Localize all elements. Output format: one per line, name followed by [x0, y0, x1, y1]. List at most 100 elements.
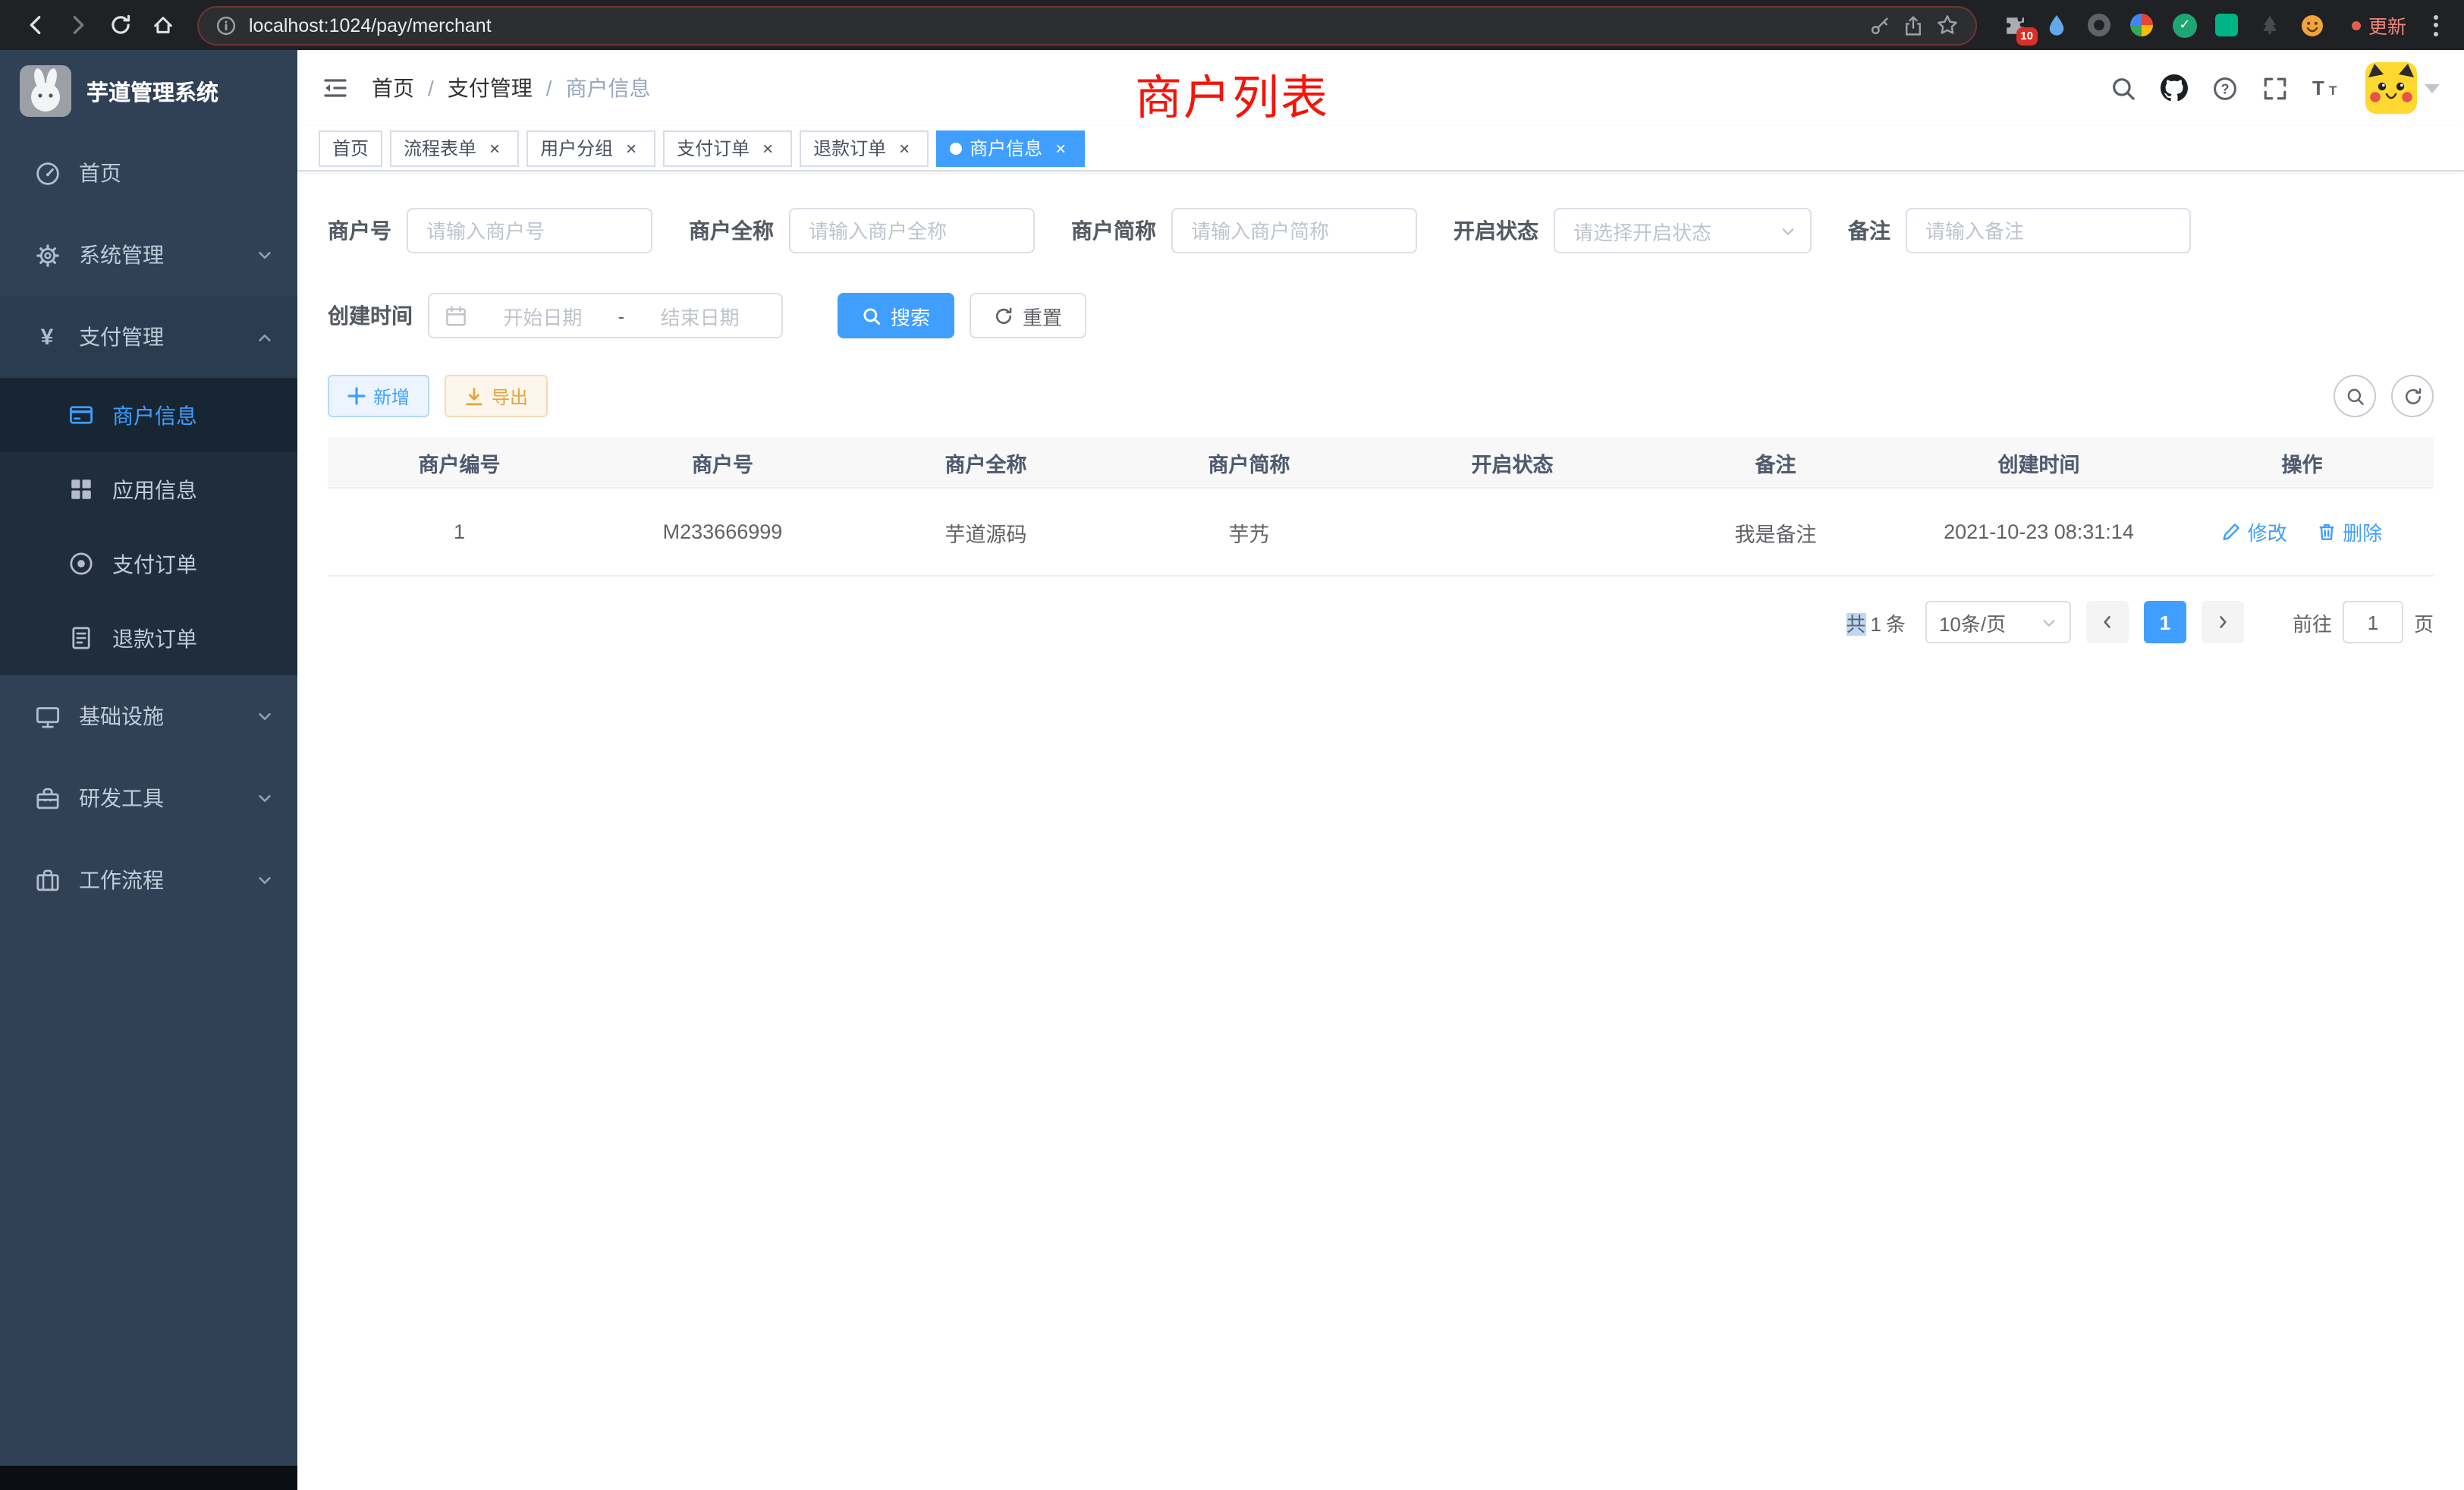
- reset-button[interactable]: 重置: [970, 293, 1086, 338]
- sidebar-item-workflow[interactable]: 工作流程: [0, 839, 297, 921]
- tab-close-icon[interactable]: [1050, 137, 1071, 159]
- bookmark-star-icon[interactable]: [1936, 14, 1959, 36]
- prev-page-button[interactable]: [2086, 601, 2129, 643]
- site-info-icon[interactable]: [215, 14, 237, 36]
- tab-close-icon[interactable]: [894, 137, 915, 159]
- field-label: 开启状态: [1454, 215, 1538, 246]
- add-button[interactable]: 新增: [328, 375, 429, 417]
- delete-link[interactable]: 删除: [2317, 517, 2382, 546]
- export-button[interactable]: 导出: [445, 375, 548, 417]
- avatar[interactable]: [2365, 62, 2417, 114]
- sidebar-item-label: 首页: [79, 158, 121, 188]
- back-icon[interactable]: [15, 5, 55, 45]
- goto-page-input[interactable]: [2343, 601, 2403, 643]
- logo-rabbit-icon: [20, 65, 71, 117]
- tab-user-group[interactable]: 用户分组: [526, 130, 655, 166]
- remark-input[interactable]: [1906, 208, 2191, 253]
- page-content: 商户号 商户全称 商户简称 开启状态 请选择开启状态: [297, 171, 2464, 1490]
- help-icon[interactable]: ?: [2212, 75, 2238, 101]
- reload-icon[interactable]: [100, 5, 140, 45]
- password-key-icon[interactable]: [1869, 14, 1890, 36]
- tab-refund-order[interactable]: 退款订单: [800, 130, 929, 166]
- search-button[interactable]: 搜索: [838, 293, 954, 338]
- full-name-input[interactable]: [789, 208, 1035, 253]
- refresh-table-button[interactable]: [2391, 375, 2434, 417]
- create-time-range-picker[interactable]: 开始日期 - 结束日期: [428, 293, 783, 338]
- url-text[interactable]: localhost:1024/pay/merchant: [249, 14, 1857, 36]
- date-start-placeholder[interactable]: 开始日期: [476, 301, 609, 330]
- date-end-placeholder[interactable]: 结束日期: [633, 301, 766, 330]
- pagination-goto: 前往 页: [2293, 601, 2434, 643]
- extensions-puzzle-icon[interactable]: 10: [2001, 11, 2029, 39]
- sidebar-item-infrastructure[interactable]: 基础设施: [0, 675, 297, 757]
- sidebar-footer: [0, 1466, 297, 1490]
- page-1-button[interactable]: 1: [2144, 601, 2186, 643]
- sidebar-subitem-app-info[interactable]: 应用信息: [0, 452, 297, 527]
- extension-multicolor-icon[interactable]: [2129, 11, 2156, 39]
- chevron-down-icon: [1780, 222, 1796, 239]
- extension-smiley-icon[interactable]: [2299, 11, 2326, 39]
- sidebar-subitem-refund-order[interactable]: 退款订单: [0, 601, 297, 675]
- sidebar-subitem-merchant-info[interactable]: 商户信息: [0, 378, 297, 452]
- document-icon: [67, 625, 94, 651]
- next-page-button[interactable]: [2202, 601, 2244, 643]
- tab-close-icon[interactable]: [621, 137, 642, 159]
- extension-green-circle-icon[interactable]: [2171, 11, 2198, 39]
- merchant-no-input[interactable]: [407, 208, 652, 253]
- field-label: 备注: [1848, 215, 1890, 246]
- breadcrumb-home[interactable]: 首页: [372, 73, 414, 103]
- filter-merchant-no: 商户号: [328, 208, 652, 253]
- filter-short-name: 商户简称: [1071, 208, 1417, 253]
- edit-link[interactable]: 修改: [2222, 517, 2287, 546]
- add-button-label: 新增: [373, 383, 410, 409]
- user-menu[interactable]: [2365, 62, 2440, 114]
- fullscreen-icon[interactable]: [2262, 75, 2288, 101]
- filter-remark: 备注: [1848, 208, 2191, 253]
- url-bar[interactable]: localhost:1024/pay/merchant: [197, 5, 1977, 45]
- search-icon[interactable]: [2110, 75, 2136, 101]
- sidebar-item-devtools[interactable]: 研发工具: [0, 757, 297, 839]
- share-icon[interactable]: [1903, 14, 1924, 36]
- github-icon[interactable]: [2161, 74, 2188, 102]
- chevron-down-icon: [256, 708, 273, 725]
- sidebar-toggle-icon[interactable]: [322, 74, 349, 102]
- tab-close-icon[interactable]: [757, 137, 778, 159]
- app-logo: 芋道管理系统: [0, 50, 297, 132]
- pagination-total: 共1条: [1846, 608, 1910, 637]
- svg-text:?: ?: [2220, 80, 2229, 96]
- font-size-icon[interactable]: TT: [2312, 76, 2341, 100]
- extensions-badge: 10: [2016, 27, 2038, 45]
- extension-tree-icon[interactable]: [2256, 11, 2283, 39]
- payment-submenu: 商户信息 应用信息 支付订单 退款订单: [0, 378, 297, 675]
- sidebar-subitem-label: 应用信息: [112, 474, 197, 505]
- col-header-actions: 操作: [2170, 447, 2434, 477]
- forward-icon[interactable]: [58, 5, 97, 45]
- sidebar-subitem-pay-order[interactable]: 支付订单: [0, 527, 297, 601]
- browser-menu-icon[interactable]: [2423, 14, 2449, 36]
- tab-pay-order[interactable]: 支付订单: [663, 130, 792, 166]
- extension-green-square-icon[interactable]: [2214, 11, 2241, 39]
- sidebar-item-home[interactable]: 首页: [0, 132, 297, 214]
- toggle-search-button[interactable]: [2334, 375, 2376, 417]
- status-select[interactable]: 请选择开启状态: [1554, 208, 1812, 253]
- export-button-label: 导出: [492, 383, 528, 409]
- tab-home[interactable]: 首页: [319, 130, 382, 166]
- target-icon: [67, 551, 94, 577]
- filter-status: 开启状态 请选择开启状态: [1454, 208, 1812, 253]
- table-tools: [2334, 375, 2434, 417]
- page-size-select[interactable]: 10条/页: [1925, 601, 2071, 643]
- home-icon[interactable]: [143, 5, 182, 45]
- tab-process-form[interactable]: 流程表单: [390, 130, 519, 166]
- extension-drop-icon[interactable]: [2044, 11, 2071, 39]
- short-name-input[interactable]: [1171, 208, 1417, 253]
- field-label: 商户号: [328, 215, 391, 246]
- tab-close-icon[interactable]: [484, 137, 505, 159]
- sidebar-item-payment[interactable]: 支付管理: [0, 296, 297, 378]
- app-title: 芋道管理系统: [86, 75, 218, 107]
- browser-update-button[interactable]: 更新: [2338, 5, 2420, 46]
- extension-ring-icon[interactable]: [2086, 11, 2114, 39]
- tab-merchant-info[interactable]: 商户信息: [936, 130, 1085, 166]
- breadcrumb-payment[interactable]: 支付管理: [448, 73, 533, 103]
- sidebar-item-system[interactable]: 系统管理: [0, 214, 297, 296]
- extensions-row: 10: [1992, 11, 2335, 39]
